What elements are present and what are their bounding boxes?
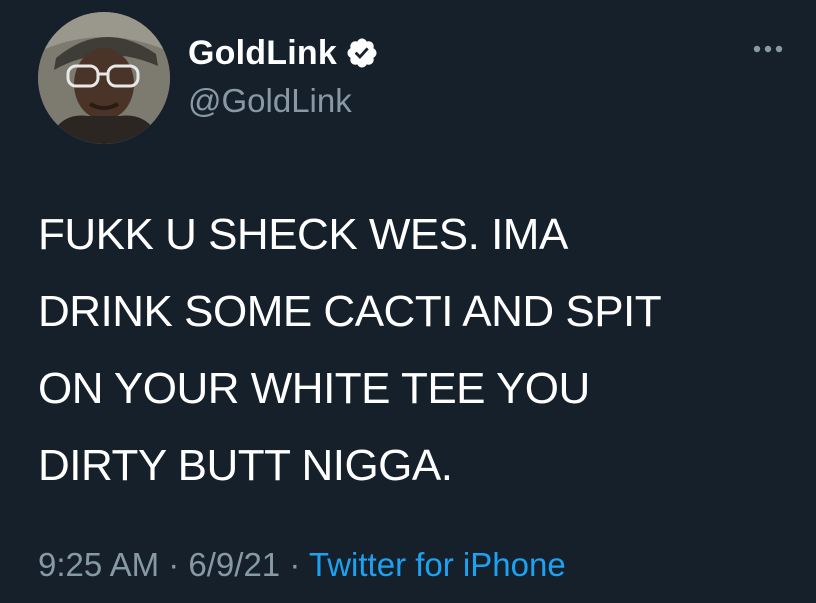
user-handle[interactable]: @GoldLink xyxy=(188,82,352,120)
tweet-text: FUKK U SHECK WES. IMA DRINK SOME CACTI A… xyxy=(38,196,778,504)
tweet-text-line: ON YOUR WHITE TEE YOU xyxy=(38,364,590,413)
tweet-metadata: 9:25 AM · 6/9/21 · Twitter for iPhone xyxy=(38,546,566,584)
more-options-icon[interactable] xyxy=(748,36,788,62)
meta-separator: · xyxy=(280,546,309,583)
tweet-text-line: FUKK U SHECK WES. IMA xyxy=(38,210,568,259)
tweet-date[interactable]: 6/9/21 xyxy=(188,546,280,583)
verified-badge-icon xyxy=(345,36,379,70)
meta-separator: · xyxy=(159,546,189,583)
tweet-text-line: DRINK SOME CACTI AND SPIT xyxy=(38,287,662,336)
tweet-text-line: DIRTY BUTT NIGGA. xyxy=(38,441,453,490)
avatar[interactable] xyxy=(38,12,170,144)
display-name[interactable]: GoldLink xyxy=(188,34,337,73)
tweet-source-link[interactable]: Twitter for iPhone xyxy=(309,546,566,583)
tweet-time[interactable]: 9:25 AM xyxy=(38,546,159,583)
avatar-image xyxy=(38,12,170,144)
display-name-row[interactable]: GoldLink xyxy=(188,30,379,76)
